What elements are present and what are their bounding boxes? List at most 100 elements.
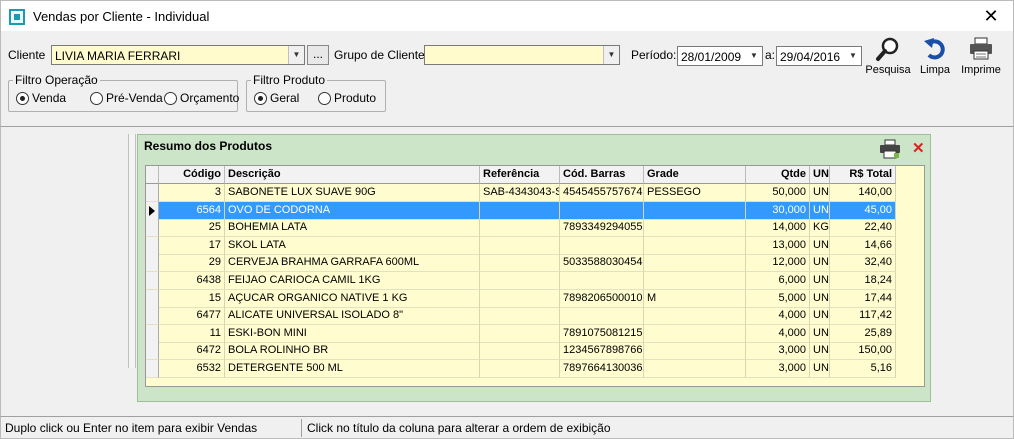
table-cell: UN: [810, 324, 830, 343]
table-cell: 14,000: [746, 219, 810, 238]
radio-produto[interactable]: Produto: [318, 91, 376, 105]
work-area: Resumo dos Produtos ✕ Código Descrição Ref…: [0, 127, 1014, 416]
radio-dot: [164, 91, 177, 105]
print-summary-button[interactable]: [879, 139, 901, 162]
table-cell: PESSEGO: [644, 184, 746, 202]
radio-venda-label: Venda: [32, 91, 67, 105]
table-cell: BOLA ROLINHO BR: [225, 342, 480, 361]
column-header[interactable]: Qtde: [746, 166, 810, 184]
date-from-picker[interactable]: 28/01/2009 ▼: [677, 46, 763, 66]
table-cell: [644, 324, 746, 343]
status-divider: [301, 419, 302, 437]
column-header[interactable]: Grade: [644, 166, 746, 184]
chevron-down-icon[interactable]: ▼: [845, 47, 861, 65]
radio-orcamento-label: Orçamento: [180, 91, 240, 105]
table-cell: 5,16: [830, 360, 896, 378]
table-cell: [644, 342, 746, 361]
grid-header-row: Código Descrição Referência Cód. Barras Grad…: [146, 166, 924, 184]
table-row[interactable]: 17 SKOL LATA 13,000 UN 14,66: [146, 236, 924, 255]
table-row[interactable]: 6472 BOLA ROLINHO BR 1234567898766 3,000 UN 1…: [146, 342, 924, 361]
printer-icon: [880, 139, 900, 159]
column-header[interactable]: Descrição: [225, 166, 480, 184]
table-row[interactable]: 6477 ALICATE UNIVERSAL ISOLADO 8" 4,000 UN 1…: [146, 307, 924, 326]
row-indicator: [146, 254, 159, 273]
filter-panel: Cliente LIVIA MARIA FERRARI ▼ ... Grupo …: [0, 31, 1014, 127]
cliente-lookup-button[interactable]: ...: [307, 45, 329, 65]
printer-icon: [970, 37, 992, 60]
close-button[interactable]: ✕: [979, 5, 1003, 27]
radio-pre-venda-label: Pré-Venda: [106, 91, 163, 105]
table-cell: [480, 219, 560, 238]
table-cell: ALICATE UNIVERSAL ISOLADO 8": [225, 307, 480, 326]
table-cell: [644, 236, 746, 255]
radio-venda[interactable]: Venda: [16, 91, 66, 105]
app-icon: [9, 9, 25, 25]
table-cell: 3,000: [746, 342, 810, 361]
table-cell: SAB-4343043-SI: [480, 184, 560, 202]
pesquisa-button[interactable]: Pesquisa: [864, 36, 912, 76]
close-summary-icon[interactable]: ✕: [912, 141, 925, 156]
limpa-button[interactable]: Limpa: [911, 36, 959, 76]
imprime-button[interactable]: Imprime: [957, 36, 1005, 76]
table-cell: [560, 236, 644, 255]
column-header[interactable]: R$ Total: [830, 166, 896, 184]
table-cell: 7891075081215: [560, 324, 644, 343]
table-cell: 1234567898766: [560, 342, 644, 361]
row-indicator: [146, 166, 159, 184]
column-header[interactable]: Cód. Barras: [560, 166, 644, 184]
radio-pre-venda[interactable]: Pré-Venda: [90, 91, 163, 105]
cliente-select[interactable]: LIVIA MARIA FERRARI ▼: [51, 45, 305, 65]
table-cell: 7897664130036: [560, 360, 644, 378]
table-row[interactable]: 3 SABONETE LUX SUAVE 90G SAB-4343043-SI 454…: [146, 184, 924, 202]
table-cell: 140,00: [830, 184, 896, 202]
table-cell: UN: [810, 201, 830, 220]
table-cell: UN: [810, 360, 830, 378]
table-cell: 17,44: [830, 289, 896, 308]
table-cell: UN: [810, 184, 830, 202]
radio-dot: [318, 91, 331, 105]
date-to-picker[interactable]: 29/04/2016 ▼: [776, 46, 862, 66]
table-cell: 7898206500010: [560, 289, 644, 308]
radio-dot: [254, 91, 267, 105]
table-cell: 6438: [159, 272, 225, 290]
table-cell: 5,000: [746, 289, 810, 308]
row-indicator: [146, 272, 159, 290]
pesquisa-label: Pesquisa: [865, 64, 911, 76]
title-bar: Vendas por Cliente - Individual ✕: [0, 0, 1014, 31]
column-header[interactable]: Referência: [480, 166, 560, 184]
table-cell: 6564: [159, 201, 225, 220]
table-row[interactable]: 25 BOHEMIA LATA 7893349294055 14,000 KG 22,40: [146, 219, 924, 238]
column-header[interactable]: UN: [810, 166, 830, 184]
table-row[interactable]: 11 ESKI-BON MINI 7891075081215 4,000 UN 25,89: [146, 324, 924, 343]
table-row[interactable]: 6564 OVO DE CODORNA 30,000 UN 45,00: [146, 201, 924, 220]
table-row[interactable]: 29 CERVEJA BRAHMA GARRAFA 600ML 5033588030…: [146, 254, 924, 273]
radio-orcamento[interactable]: Orçamento: [164, 91, 239, 105]
chevron-down-icon[interactable]: ▼: [603, 46, 619, 64]
radio-dot: [90, 91, 103, 105]
radio-geral-label: Geral: [270, 91, 300, 105]
row-indicator: [146, 342, 159, 361]
table-cell: SKOL LATA: [225, 236, 480, 255]
cliente-label: Cliente: [8, 48, 46, 62]
table-row[interactable]: 6438 FEIJAO CARIOCA CAMIL 1KG 6,000 UN 18,24: [146, 272, 924, 290]
table-row[interactable]: 6532 DETERGENTE 500 ML 7897664130036 3,000 U…: [146, 360, 924, 378]
table-cell: [560, 307, 644, 326]
column-header[interactable]: Código: [159, 166, 225, 184]
radio-geral[interactable]: Geral: [254, 91, 299, 105]
table-cell: 29: [159, 254, 225, 273]
row-indicator: [146, 324, 159, 343]
grupo-select[interactable]: ▼: [424, 45, 620, 65]
table-cell: M: [644, 289, 746, 308]
chevron-down-icon[interactable]: ▼: [746, 47, 762, 65]
table-cell: 13,000: [746, 236, 810, 255]
table-row[interactable]: 15 AÇUCAR ORGANICO NATIVE 1 KG 78982065000…: [146, 289, 924, 308]
table-cell: 25: [159, 219, 225, 238]
table-cell: FEIJAO CARIOCA CAMIL 1KG: [225, 272, 480, 290]
chevron-down-icon[interactable]: ▼: [288, 46, 304, 64]
table-cell: KG: [810, 219, 830, 238]
table-cell: UN: [810, 342, 830, 361]
status-right: Click no título da coluna para alterar a…: [307, 421, 611, 435]
row-indicator: [146, 289, 159, 308]
cliente-value: LIVIA MARIA FERRARI: [55, 49, 181, 63]
filtro-operacao-group: Filtro Operação Venda Pré-Venda Orçament…: [8, 73, 239, 112]
